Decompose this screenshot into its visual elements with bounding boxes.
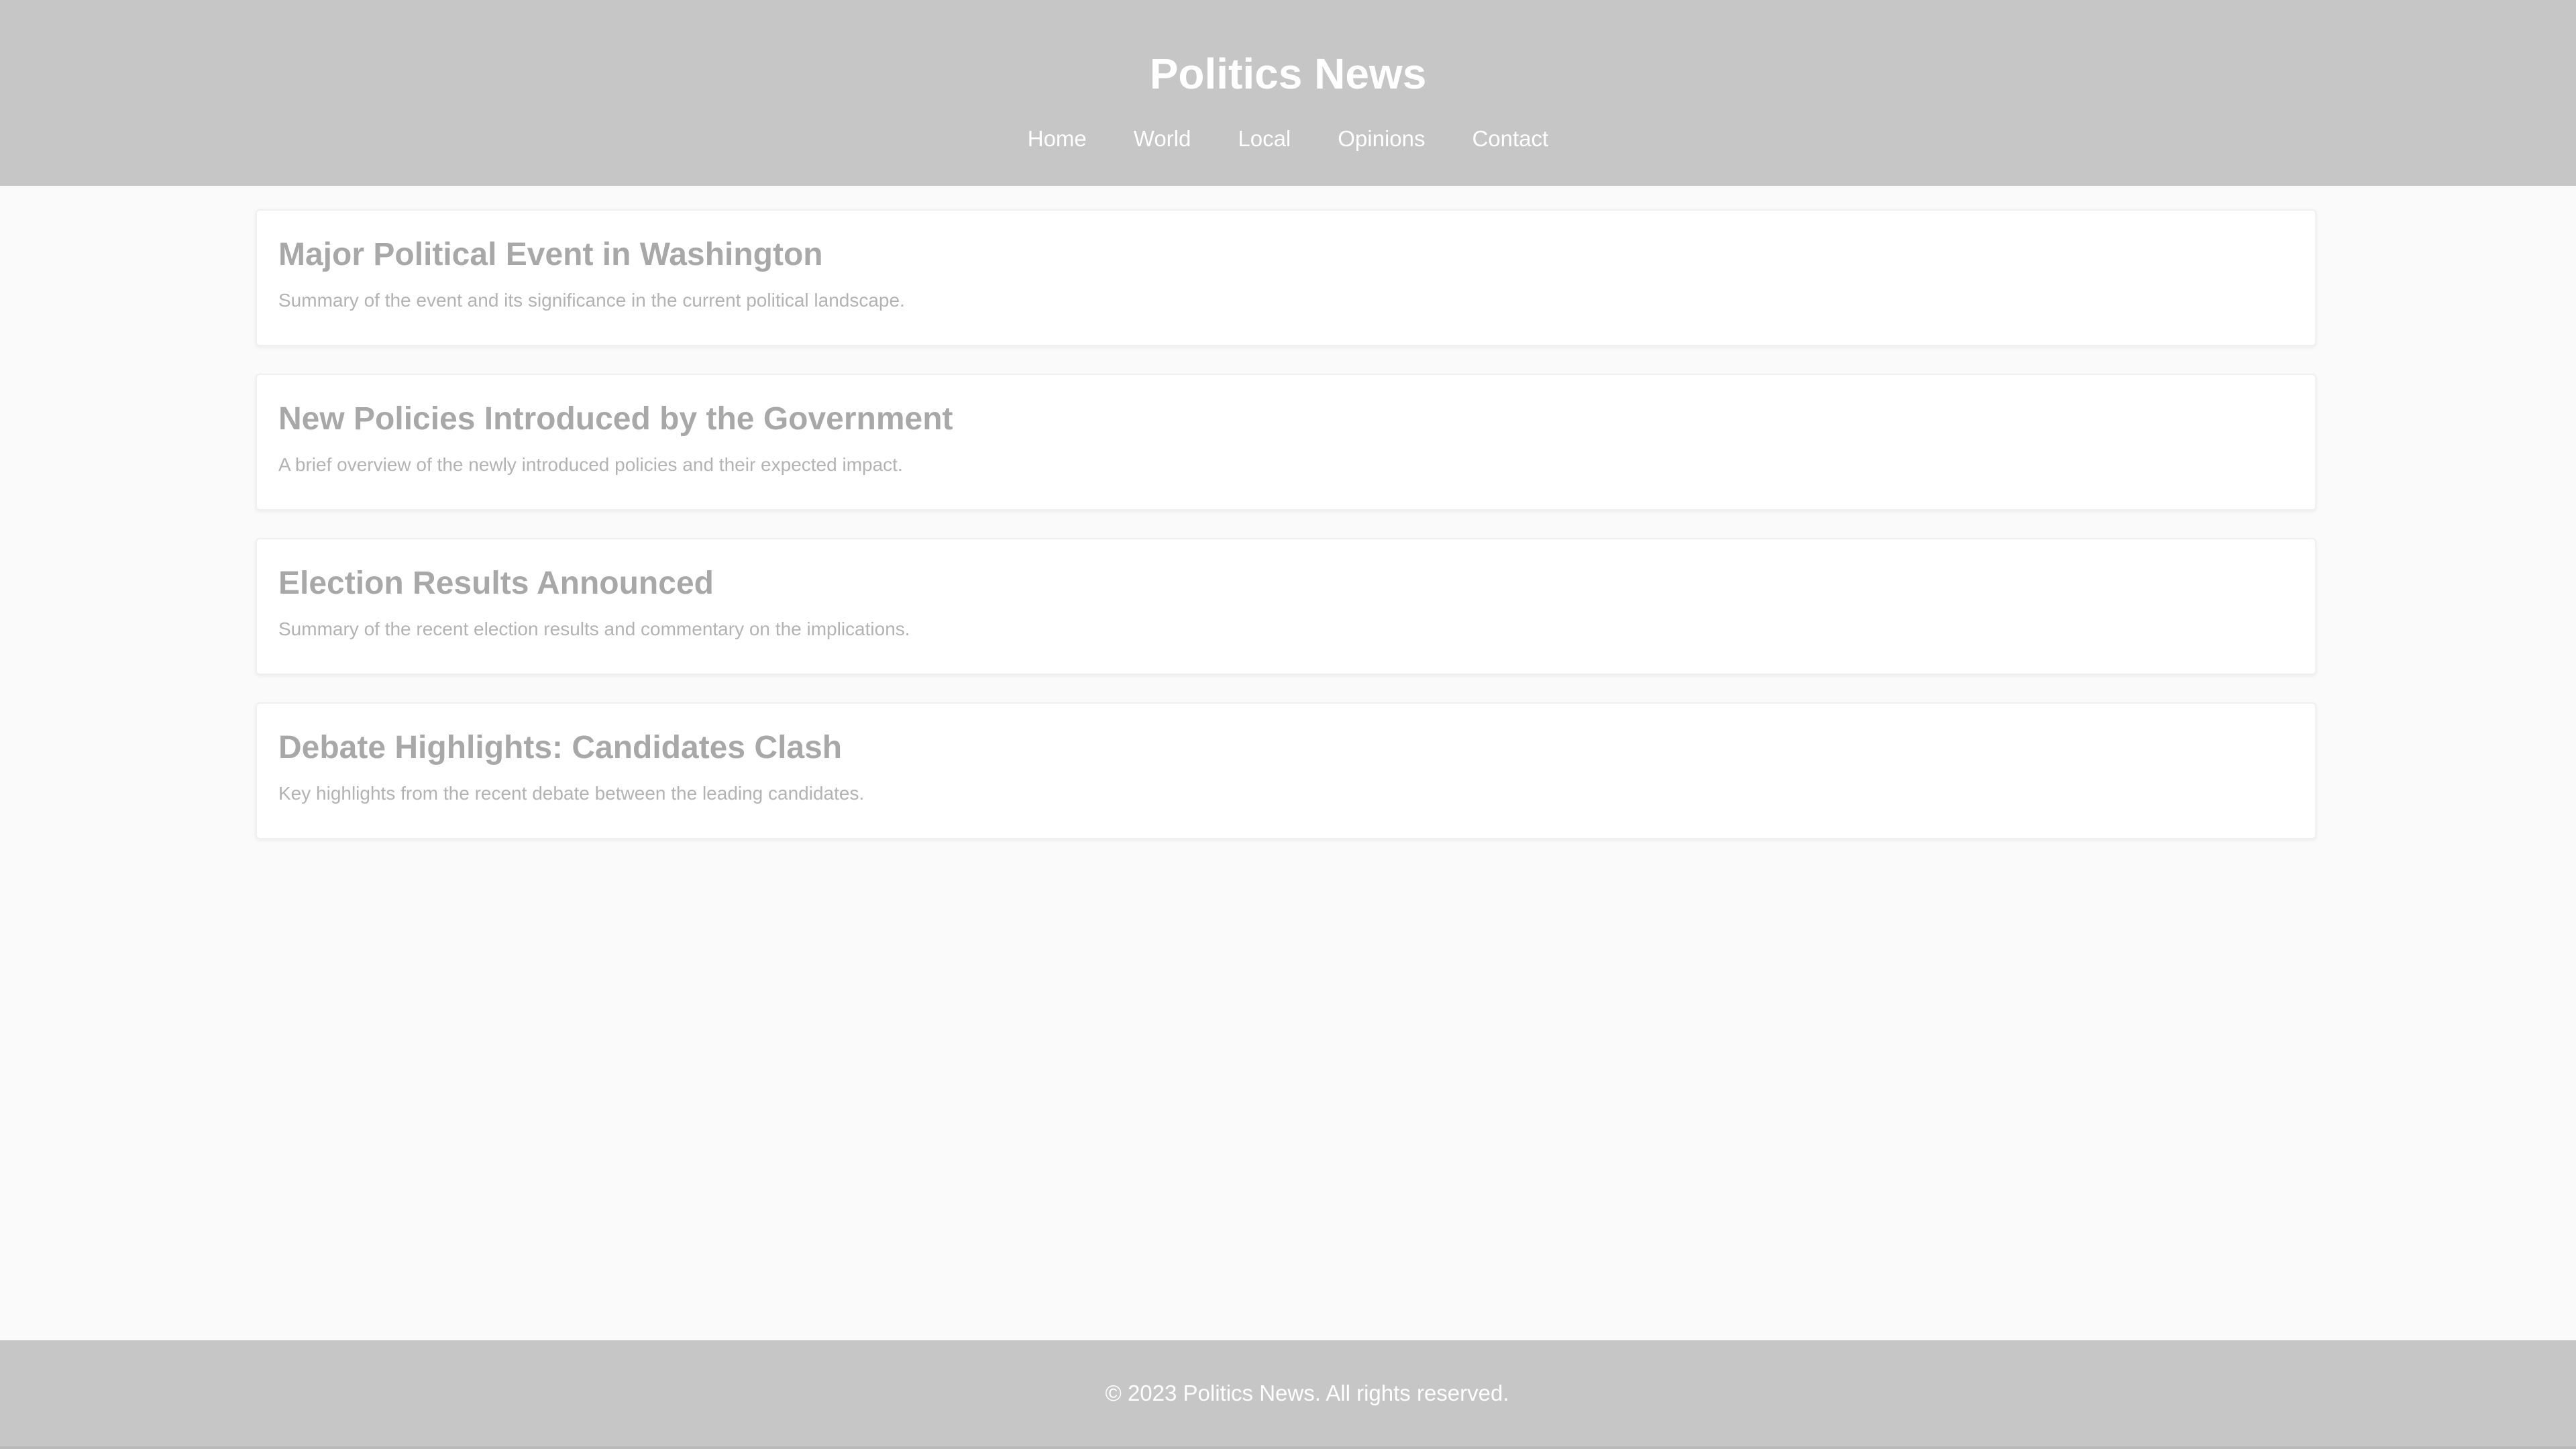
article-summary: Summary of the event and its significanc… (278, 290, 905, 311)
article-title[interactable]: Election Results Announced (278, 562, 2294, 605)
article-card[interactable]: New Policies Introduced by the Governmen… (256, 374, 2316, 511)
site-header: Politics News Home World Local Opinions … (0, 0, 2576, 186)
article-card[interactable]: Major Political Event in Washington Summ… (256, 209, 2316, 346)
site-footer: © 2023 Politics News. All rights reserve… (0, 1340, 2576, 1449)
article-card[interactable]: Election Results Announced Summary of th… (256, 538, 2316, 675)
article-summary: A brief overview of the newly introduced… (278, 454, 903, 475)
copyright-text: © 2023 Politics News. All rights reserve… (1105, 1381, 1509, 1405)
article-title[interactable]: Major Political Event in Washington (278, 233, 2294, 276)
nav-link-home[interactable]: Home (1028, 123, 1087, 155)
main-nav: Home World Local Opinions Contact (0, 123, 2576, 155)
nav-link-local[interactable]: Local (1238, 123, 1291, 155)
nav-link-opinions[interactable]: Opinions (1338, 123, 1425, 155)
article-title[interactable]: Debate Highlights: Candidates Clash (278, 727, 2294, 769)
nav-link-world[interactable]: World (1134, 123, 1191, 155)
article-summary: Key highlights from the recent debate be… (278, 783, 865, 804)
article-card[interactable]: Debate Highlights: Candidates Clash Key … (256, 702, 2316, 839)
article-title[interactable]: New Policies Introduced by the Governmen… (278, 398, 2294, 441)
nav-link-contact[interactable]: Contact (1472, 123, 1549, 155)
article-summary: Summary of the recent election results a… (278, 619, 910, 639)
site-title: Politics News (1149, 50, 1427, 98)
article-list: Major Political Event in Washington Summ… (256, 209, 2316, 867)
page: Politics News Home World Local Opinions … (0, 0, 2576, 1449)
